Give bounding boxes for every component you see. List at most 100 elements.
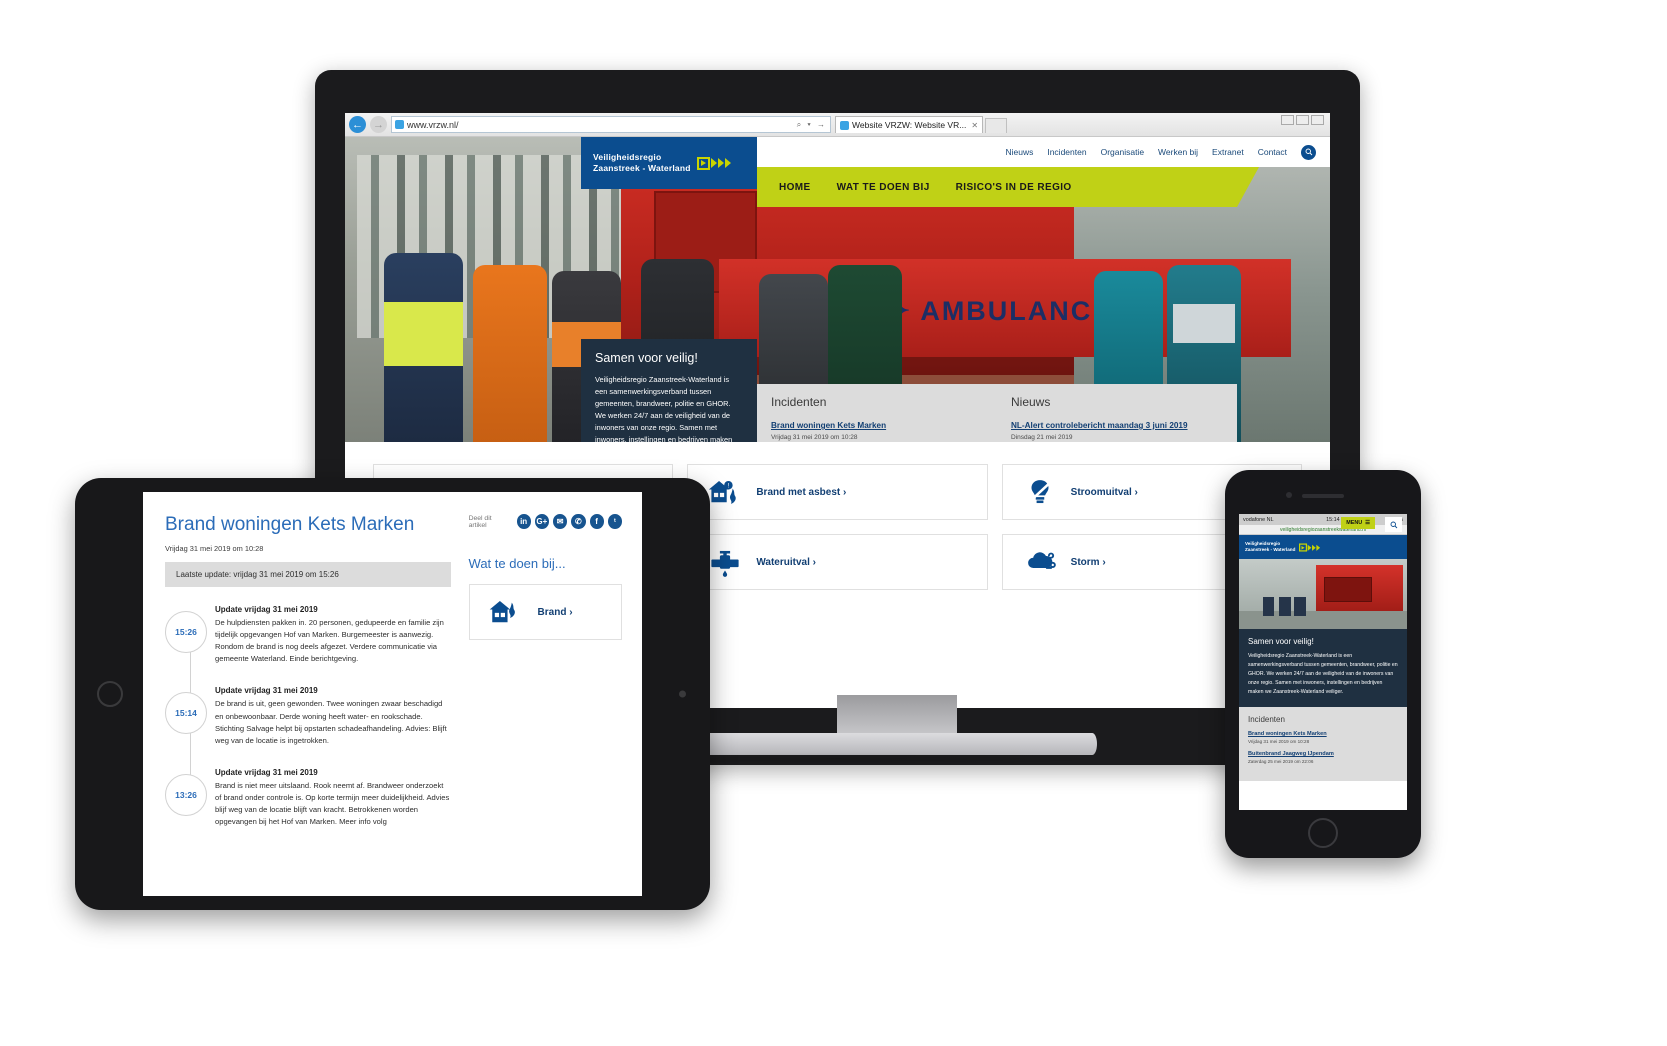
linkedin-icon[interactable]: in bbox=[516, 514, 531, 529]
nieuws-link[interactable]: NL-Alert controlebericht maandag 3 juni … bbox=[1011, 420, 1223, 431]
tab-strip: Website VRZW: Website VR... ✕ bbox=[835, 116, 1326, 133]
phone-site-logo[interactable]: Veiligheidsregio Zaanstreek - Waterland … bbox=[1239, 517, 1407, 559]
incidenten-heading: Incidenten bbox=[771, 395, 827, 409]
tab-title: Website VRZW: Website VR... bbox=[852, 120, 967, 130]
topnav-item-incidenten[interactable]: Incidenten bbox=[1047, 147, 1086, 157]
topnav-item-organisatie[interactable]: Organisatie bbox=[1101, 147, 1144, 157]
topnav-item-werken-bij[interactable]: Werken bij bbox=[1158, 147, 1198, 157]
phone-menu-button[interactable]: MENU ☰ bbox=[1341, 517, 1375, 529]
update-heading: Update vrijdag 31 mei 2019 bbox=[215, 767, 318, 777]
article-main-column: Brand woningen Kets Marken Vrijdag 31 me… bbox=[165, 514, 451, 850]
cloud-wind-icon bbox=[1023, 547, 1057, 577]
mainnav-item-home[interactable]: HOME bbox=[779, 182, 811, 193]
phone-screen: vodafone NL 15:14 88% veiligheidsregioza… bbox=[1239, 514, 1407, 810]
incidenten-panel: Incidenten Brand woningen Kets Marken Vr… bbox=[757, 384, 997, 442]
house-asbestos-fire-icon: ! bbox=[708, 477, 742, 507]
update-time: 15:26 bbox=[165, 610, 207, 653]
site-logo[interactable]: Veiligheidsregio Zaanstreek - Waterland bbox=[581, 137, 757, 189]
incident-link[interactable]: Buitenbrand Jaagweg IJpendam bbox=[1248, 751, 1398, 757]
card-label: Brand met asbest › bbox=[756, 486, 847, 498]
twitter-icon[interactable]: ᵗ bbox=[607, 514, 622, 529]
whatsapp-icon[interactable]: ✆ bbox=[571, 514, 586, 529]
close-icon[interactable]: ✕ bbox=[971, 121, 978, 130]
carrier-label: vodafone NL bbox=[1243, 516, 1274, 523]
device-mockup-stage: ← → www.vrzw.nl/ ⌕ ▾ → Website VRZW: Web… bbox=[0, 0, 1667, 1046]
card-label: Wateruitval › bbox=[756, 556, 816, 568]
mainnav-item-wat-te-doen-bij[interactable]: WAT TE DOEN BIJ bbox=[837, 182, 930, 193]
phone-device: vodafone NL 15:14 88% veiligheidsregioza… bbox=[1225, 470, 1421, 858]
update-heading: Update vrijdag 31 mei 2019 bbox=[215, 604, 318, 614]
mainnav-item-risicos-in-de-regio[interactable]: RISICO'S IN DE REGIO bbox=[956, 182, 1072, 193]
phone-menu-label: MENU bbox=[1346, 520, 1363, 526]
share-label: Deel dit artikel bbox=[468, 514, 492, 529]
hero-banner: POLITIE ✦ AMBULANCE Veiligheidsregio Zaa… bbox=[345, 137, 1330, 442]
site-favicon-icon bbox=[395, 120, 404, 129]
update-time: 13:26 bbox=[165, 773, 207, 816]
phone-hero-photo bbox=[1239, 559, 1407, 629]
new-tab-button[interactable] bbox=[985, 118, 1008, 133]
tablet-home-button[interactable] bbox=[97, 681, 123, 707]
topnav-item-extranet[interactable]: Extranet bbox=[1212, 147, 1244, 157]
logo-line-1: Veiligheidsregio bbox=[593, 152, 662, 163]
topnav-item-nieuws[interactable]: Nieuws bbox=[1005, 147, 1033, 157]
broken-lightbulb-icon bbox=[1023, 477, 1057, 507]
phone-intro-panel: Samen voor veilig! Veiligheidsregio Zaan… bbox=[1239, 629, 1407, 708]
address-bar-actions[interactable]: ⌕ ▾ → bbox=[797, 120, 827, 130]
article-side-column: Deel dit artikel in G+ ✉ ✆ f ᵗ Wat te do… bbox=[468, 514, 622, 850]
intro-body: Veiligheidsregio Zaanstreek-Waterland is… bbox=[595, 375, 733, 442]
window-controls bbox=[1281, 115, 1324, 125]
googleplus-icon[interactable]: G+ bbox=[534, 514, 549, 529]
logo-line-2: Zaanstreek - Waterland bbox=[593, 163, 691, 173]
card-wateruitval[interactable]: Wateruitval › bbox=[687, 534, 988, 590]
update-timeline: 15:26 Update vrijdag 31 mei 2019 De hulp… bbox=[165, 605, 451, 829]
search-icon[interactable] bbox=[1301, 144, 1316, 160]
nieuws-heading: Nieuws bbox=[1011, 395, 1051, 409]
facebook-icon[interactable]: f bbox=[589, 514, 604, 529]
main-navigation-tail bbox=[1237, 167, 1259, 207]
list-item: NL-Alert controlebericht maandag 3 juni … bbox=[1011, 420, 1223, 441]
share-bar: Deel dit artikel in G+ ✉ ✆ f ᵗ bbox=[469, 514, 622, 529]
nieuws-panel: Nieuws NL-Alert controlebericht maandag … bbox=[997, 384, 1237, 442]
list-item: Buitenbrand Jaagweg IJpendam Zaterdag 25… bbox=[1248, 751, 1398, 764]
phone-home-button[interactable] bbox=[1308, 818, 1338, 848]
card-label: Stroomuitval › bbox=[1070, 486, 1138, 498]
phone-address-bar[interactable]: veiligheidsregiozaanstreekwaterland.nl bbox=[1239, 525, 1407, 535]
search-icon[interactable] bbox=[1385, 517, 1402, 532]
logo-line-2: Zaanstreek - Waterland bbox=[1245, 547, 1296, 552]
close-button[interactable] bbox=[1311, 115, 1324, 125]
incident-date: Vrijdag 31 mei 2019 om 10:28 bbox=[1248, 739, 1310, 745]
tablet-screen: Brand woningen Kets Marken Vrijdag 31 me… bbox=[143, 492, 642, 896]
phone-camera-icon bbox=[1286, 492, 1292, 498]
incident-link[interactable]: Brand woningen Kets Marken bbox=[771, 420, 983, 431]
minimize-button[interactable] bbox=[1281, 115, 1294, 125]
page-title: Brand woningen Kets Marken bbox=[165, 514, 415, 535]
incident-date: Zaterdag 25 mei 2019 om 22:06 bbox=[1248, 759, 1314, 765]
incident-link[interactable]: Brand woningen Kets Marken bbox=[1248, 731, 1398, 737]
phone-speaker bbox=[1302, 494, 1344, 498]
wat-te-doen-heading: Wat te doen bij... bbox=[468, 556, 566, 571]
browser-chrome: ← → www.vrzw.nl/ ⌕ ▾ → Website VRZW: Web… bbox=[345, 113, 1330, 137]
main-navigation: HOME WAT TE DOEN BIJ RISICO'S IN DE REGI… bbox=[757, 167, 1237, 207]
tablet-camera-icon bbox=[679, 690, 686, 698]
card-brand[interactable]: Brand › bbox=[468, 584, 622, 640]
address-bar-url: www.vrzw.nl/ bbox=[407, 119, 459, 130]
list-item: 15:14 Update vrijdag 31 mei 2019 De bran… bbox=[165, 686, 451, 747]
card-brand-met-asbest[interactable]: ! Brand met asbest › bbox=[687, 464, 988, 520]
email-icon[interactable]: ✉ bbox=[553, 514, 568, 529]
tab-favicon-icon bbox=[840, 120, 849, 130]
phone-incidenten-panel: Incidenten Brand woningen Kets Marken Vr… bbox=[1239, 707, 1407, 782]
address-bar[interactable]: www.vrzw.nl/ ⌕ ▾ → bbox=[391, 116, 831, 133]
list-item: 15:26 Update vrijdag 31 mei 2019 De hulp… bbox=[165, 604, 451, 666]
forward-arrow-icon[interactable]: → bbox=[370, 116, 387, 133]
topnav-item-contact[interactable]: Contact bbox=[1258, 147, 1287, 157]
intro-title: Samen voor veilig! bbox=[1248, 637, 1314, 646]
card-label: Brand › bbox=[537, 606, 573, 618]
browser-tab[interactable]: Website VRZW: Website VR... ✕ bbox=[835, 116, 984, 133]
incident-date: Vrijdag 31 mei 2019 om 10:28 bbox=[771, 434, 858, 442]
maximize-button[interactable] bbox=[1296, 115, 1309, 125]
logo-arrows-icon bbox=[1299, 542, 1321, 552]
update-body: De brand is uit, geen gewonden. Twee won… bbox=[215, 699, 447, 745]
back-arrow-icon[interactable]: ← bbox=[349, 116, 366, 133]
incidenten-heading: Incidenten bbox=[1248, 715, 1285, 725]
hamburger-icon: ☰ bbox=[1365, 520, 1370, 526]
